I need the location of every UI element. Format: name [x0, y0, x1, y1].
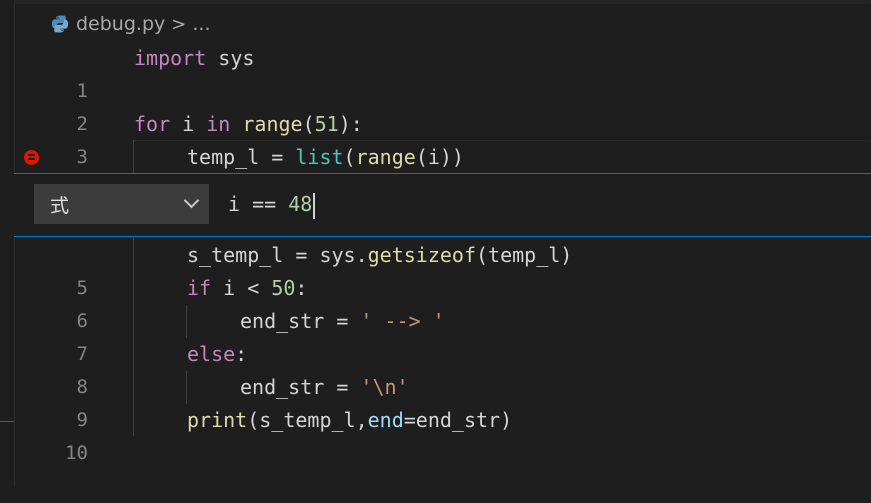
code-text: import sys	[134, 46, 255, 70]
line-number: 10	[65, 442, 88, 464]
code-text: print(s_temp_l,end=end_str)	[187, 408, 513, 432]
code-text: s_temp_l = sys.getsizeof(temp_l)	[187, 243, 573, 267]
condition-type-select[interactable]: 式	[34, 184, 209, 224]
chevron-right-icon: >	[171, 13, 187, 35]
breadcrumb-file[interactable]: debug.py	[76, 13, 165, 35]
code-text: for i in range(51):	[134, 112, 363, 136]
code-line[interactable]: 3 for i in range(51):	[0, 108, 871, 168]
code-text: if i < 50:	[187, 276, 308, 300]
code-text: temp_l = list(range(i))	[187, 145, 464, 169]
tab-bar-edge	[14, 0, 871, 4]
code-text: end_str = ' --> '	[240, 309, 445, 333]
condition-expression-input[interactable]: i == 48	[228, 184, 316, 224]
code-text: end_str = '\n'	[240, 375, 409, 399]
code-line[interactable]: 6 if i < 50:	[0, 272, 871, 332]
code-line[interactable]: 7 end_str = ' --> '	[0, 305, 871, 365]
code-line[interactable]: 1 import sys	[0, 42, 871, 102]
code-line[interactable]: 9 end_str = '\n'	[0, 371, 871, 431]
code-line[interactable]: 8 else:	[0, 338, 871, 398]
python-file-icon	[51, 15, 69, 33]
code-line[interactable]: 2	[0, 75, 871, 135]
condition-type-label: 式	[50, 194, 70, 217]
code-line[interactable]: 5 s_temp_l = sys.getsizeof(temp_l)	[0, 239, 871, 299]
breakpoint-condition-widget: 式 i == 48	[14, 173, 871, 237]
code-line[interactable]: 4 temp_l = list(range(i))	[0, 141, 871, 234]
code-line[interactable]: 10 print(s_temp_l,end=end_str)	[0, 404, 871, 464]
chevron-down-icon	[183, 192, 200, 209]
code-text: else:	[187, 342, 248, 366]
breadcrumb: debug.py > ...	[50, 10, 210, 38]
breadcrumb-ellipsis[interactable]: ...	[192, 13, 210, 35]
breakpoint-icon[interactable]	[24, 150, 39, 165]
text-cursor	[313, 192, 316, 219]
